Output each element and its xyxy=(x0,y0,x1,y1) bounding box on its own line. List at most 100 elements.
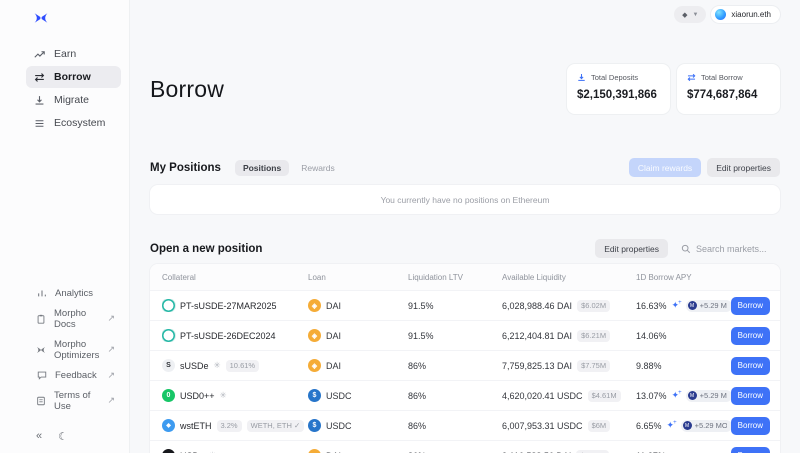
pt-susde-token-icon xyxy=(162,299,175,312)
susde-token-icon xyxy=(162,359,175,372)
sidebar-nav: Earn Borrow Migrate Ecosystem xyxy=(0,42,129,135)
theme-toggle-icon[interactable]: ☾ xyxy=(58,430,68,443)
table-row[interactable]: sUSDe✳10.61% DAI 86% 7,759,825.13 DAI$7.… xyxy=(150,350,780,380)
tab-rewards[interactable]: Rewards xyxy=(293,160,343,176)
collapse-sidebar-icon[interactable]: « xyxy=(36,430,42,443)
borrow-button[interactable]: Borrow xyxy=(730,326,770,345)
app-root: Earn Borrow Migrate Ecosystem Analytics … xyxy=(0,0,800,453)
sidebar-item-borrow[interactable]: Borrow xyxy=(26,66,121,88)
morpho-token-icon: M xyxy=(687,391,697,400)
sidebar-item-earn[interactable]: Earn xyxy=(26,43,121,65)
morpho-reward-badge: M+5.29 MORPHO xyxy=(685,299,732,312)
points-sparkle-icon: ✳ xyxy=(213,360,221,370)
search-icon xyxy=(681,244,691,254)
sidebar-footer: Analytics Morpho Docs ↗ Morpho Optimizer… xyxy=(0,283,129,444)
footer-item-label: Feedback xyxy=(55,369,97,381)
open-position-header: Open a new position Edit properties xyxy=(150,239,780,258)
points-sparkle-icon: ✳ xyxy=(219,390,227,400)
my-positions-title: My Positions xyxy=(150,161,221,174)
external-link-icon: ↗ xyxy=(107,369,115,380)
sidebar-item-terms-of-use[interactable]: Terms of Use ↗ xyxy=(0,385,129,416)
download-icon xyxy=(33,95,45,106)
usd-value-badge: $6.21M xyxy=(577,329,611,342)
sidebar-item-morpho-optimizers[interactable]: Morpho Optimizers ↗ xyxy=(0,334,129,365)
stat-label: Total Borrow xyxy=(701,73,743,82)
borrow-button[interactable]: Borrow xyxy=(730,296,770,315)
deposit-down-icon xyxy=(577,73,586,82)
open-position-title: Open a new position xyxy=(150,242,263,255)
borrow-button[interactable]: Borrow xyxy=(730,356,770,375)
usd0-token-icon xyxy=(162,389,175,402)
sidebar-item-migrate[interactable]: Migrate xyxy=(26,89,121,111)
butterfly-icon xyxy=(36,346,46,354)
morpho-token-icon: M xyxy=(687,301,697,310)
usde-token-icon xyxy=(162,449,175,453)
wallet-button[interactable]: xiaorun.eth xyxy=(711,6,780,23)
trending-up-icon xyxy=(33,49,45,60)
sidebar-item-label: Borrow xyxy=(54,71,91,83)
edit-properties-button[interactable]: Edit properties xyxy=(595,239,668,258)
network-selector[interactable]: ◆ ▼ xyxy=(674,6,707,23)
tab-positions[interactable]: Positions xyxy=(234,159,290,176)
swap-arrows-icon xyxy=(33,72,45,83)
external-link-icon: ↗ xyxy=(107,344,115,354)
footer-item-label: Morpho Optimizers xyxy=(54,338,100,361)
chat-icon xyxy=(36,370,47,380)
column-header: Loan xyxy=(308,272,326,282)
total-borrow-card: Total Borrow $774,687,864 xyxy=(677,64,780,114)
table-row[interactable]: PT-sUSDE-27MAR2025 DAI 91.5% 6,028,988.4… xyxy=(150,290,780,320)
table-row[interactable]: USDe✳ DAI 86% 3,116,588.56 DAI$3.11M 11.… xyxy=(150,440,780,453)
total-borrow-value: $774,687,864 xyxy=(687,89,758,101)
sidebar-item-feedback[interactable]: Feedback ↗ xyxy=(0,365,129,385)
sidebar-item-morpho-docs[interactable]: Morpho Docs ↗ xyxy=(0,303,129,334)
positions-tabs: Positions Rewards xyxy=(234,159,343,176)
sidebar: Earn Borrow Migrate Ecosystem Analytics … xyxy=(0,0,130,453)
footer-item-label: Morpho Docs xyxy=(54,307,87,330)
clipboard-icon xyxy=(36,314,46,324)
table-header-row: Collateral Loan Liquidation LTV Availabl… xyxy=(150,264,780,290)
borrow-button[interactable]: Borrow xyxy=(730,446,770,453)
total-deposits-value: $2,150,391,866 xyxy=(577,89,657,101)
table-row[interactable]: PT-sUSDE-26DEC2024 DAI 91.5% 6,212,404.8… xyxy=(150,320,780,350)
swap-arrows-icon xyxy=(687,73,696,82)
apy-badge: 3.2% xyxy=(216,419,242,432)
dai-token-icon xyxy=(308,299,321,312)
table-row[interactable]: wstETH3.2%WETH, ETH ✓ USDC 86% 6,007,953… xyxy=(150,410,780,440)
sidebar-item-label: Earn xyxy=(54,48,77,60)
edit-properties-button[interactable]: Edit properties xyxy=(707,158,780,177)
sidebar-item-label: Migrate xyxy=(54,94,90,106)
stat-label: Total Deposits xyxy=(591,73,639,82)
usd-value-badge: $6.02M xyxy=(577,299,611,312)
dai-token-icon xyxy=(308,449,321,453)
external-link-icon: ↗ xyxy=(107,395,115,405)
empty-positions-card: You currently have no positions on Ether… xyxy=(150,185,780,214)
search-input[interactable] xyxy=(696,243,780,254)
table-row[interactable]: USD0++✳ USDC 86% 4,620,020.41 USDC$4.61M… xyxy=(150,380,780,410)
morpho-token-icon: M xyxy=(682,421,692,430)
column-header: Available Liquidity xyxy=(502,272,566,282)
dai-token-icon xyxy=(308,359,321,372)
rewards-sparkle-icon: ✦+ xyxy=(666,420,677,430)
borrow-button[interactable]: Borrow xyxy=(730,386,770,405)
usd-value-badge: $3.11M xyxy=(576,449,609,453)
chevron-down-icon: ▼ xyxy=(692,11,699,18)
claim-rewards-button[interactable]: Claim rewards xyxy=(628,158,702,177)
empty-positions-message: You currently have no positions on Ether… xyxy=(380,194,550,205)
pt-susde-token-icon xyxy=(162,329,175,342)
usd-value-badge: $6M xyxy=(587,419,611,432)
morpho-logo[interactable] xyxy=(0,10,129,42)
sidebar-item-analytics[interactable]: Analytics xyxy=(0,283,129,303)
bar-chart-icon xyxy=(36,288,47,298)
morpho-reward-badge: M+5.29 MORPHO xyxy=(680,419,732,432)
avatar xyxy=(715,9,727,20)
column-header: Collateral xyxy=(162,272,196,282)
usdc-token-icon xyxy=(308,419,321,432)
sidebar-item-ecosystem[interactable]: Ecosystem xyxy=(26,112,121,134)
usdc-token-icon xyxy=(308,389,321,402)
topbar: ◆ ▼ xiaorun.eth xyxy=(674,6,780,23)
markets-table: Collateral Loan Liquidation LTV Availabl… xyxy=(150,264,780,453)
borrow-button[interactable]: Borrow xyxy=(730,416,770,435)
rewards-sparkle-icon: ✦+ xyxy=(671,390,682,400)
file-icon xyxy=(36,396,46,406)
dai-token-icon xyxy=(308,329,321,342)
